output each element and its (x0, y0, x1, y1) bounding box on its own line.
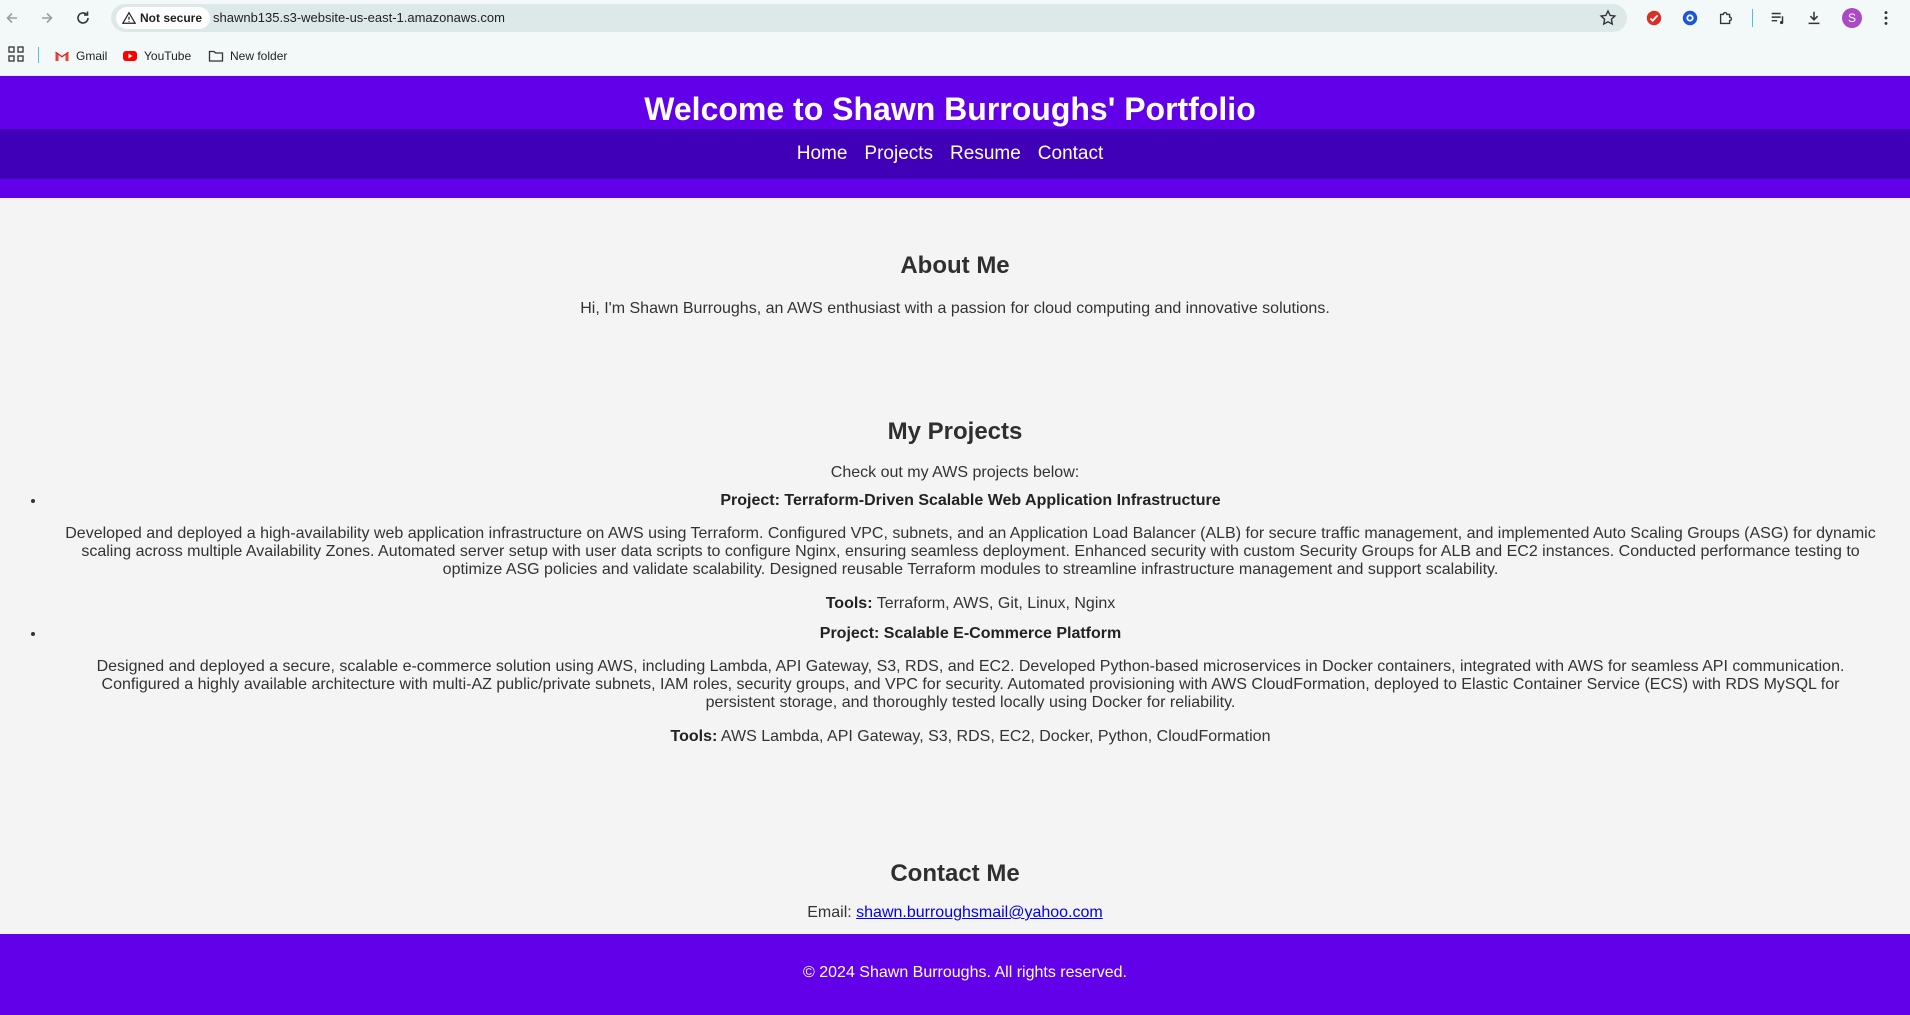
contact-section: Contact Me Email: shawn.burroughsmail@ya… (0, 860, 1910, 922)
main-nav: Home Projects Resume Contact (0, 129, 1910, 179)
reload-button[interactable] (71, 6, 95, 30)
bookmark-gmail[interactable]: Gmail (54, 46, 107, 66)
extension-red-icon[interactable] (1644, 8, 1664, 28)
nav-link-home[interactable]: Home (797, 143, 848, 165)
project-tools: Tools: AWS Lambda, API Gateway, S3, RDS,… (65, 728, 1876, 746)
puzzle-icon[interactable] (1716, 8, 1736, 28)
kebab-menu-icon[interactable] (1876, 8, 1896, 28)
about-text: Hi, I'm Shawn Burroughs, an AWS enthusia… (580, 300, 1330, 317)
toolbar-divider (1752, 9, 1753, 27)
tools-value: AWS Lambda, API Gateway, S3, RDS, EC2, D… (720, 728, 1271, 745)
projects-section: My Projects Check out my AWS projects be… (0, 418, 1910, 758)
gmail-icon (55, 51, 69, 61)
address-bar[interactable]: Not secure shawnb135.s3-website-us-east-… (111, 4, 1627, 32)
projects-heading: My Projects (887, 418, 1023, 445)
security-label: Not secure (140, 11, 203, 25)
download-icon[interactable] (1804, 8, 1824, 28)
url-text[interactable]: shawnb135.s3-website-us-east-1.amazonaws… (213, 10, 505, 25)
project-title: Project: Scalable E-Commerce Platform (819, 625, 1122, 642)
site-footer: © 2024 Shawn Burroughs. All rights reser… (0, 934, 1910, 1015)
forward-button[interactable] (35, 6, 59, 30)
bookmark-youtube[interactable]: YouTube (122, 46, 191, 66)
apps-grid-icon[interactable] (8, 46, 24, 62)
youtube-icon (123, 51, 137, 61)
project-tools: Tools: Terraform, AWS, Git, Linux, Nginx (65, 595, 1876, 613)
project-description: Designed and deployed a secure, scalable… (96, 658, 1845, 711)
project-item: Project: Scalable E-Commerce Platform De… (46, 625, 1910, 746)
warning-icon (122, 11, 136, 24)
about-section: About Me Hi, I'm Shawn Burroughs, an AWS… (0, 252, 1910, 318)
project-description: Developed and deployed a high-availabili… (65, 525, 1876, 578)
bookmarks-divider (38, 47, 39, 63)
security-indicator[interactable]: Not secure (116, 7, 211, 29)
project-title: Project: Terraform-Driven Scalable Web A… (720, 492, 1221, 509)
email-label: Email: (807, 904, 852, 921)
nav-link-contact[interactable]: Contact (1038, 143, 1103, 165)
media-controls-icon[interactable] (1768, 8, 1788, 28)
about-heading: About Me (900, 252, 1010, 279)
bookmark-star-icon[interactable] (1599, 9, 1617, 27)
page-title: Welcome to Shawn Burroughs' Portfolio (644, 91, 1256, 127)
bookmarks-bar: Gmail YouTube New folder (0, 36, 1910, 76)
project-item: Project: Terraform-Driven Scalable Web A… (46, 492, 1910, 613)
arrow-left-icon (6, 12, 17, 24)
bookmark-new-folder[interactable]: New folder (208, 46, 287, 66)
tools-value: Terraform, AWS, Git, Linux, Nginx (876, 595, 1116, 612)
folder-icon (208, 50, 224, 62)
projects-intro: Check out my AWS projects below: (830, 464, 1080, 481)
back-button[interactable] (0, 6, 24, 30)
nav-link-resume[interactable]: Resume (950, 143, 1021, 165)
extension-blue-icon[interactable] (1680, 8, 1700, 28)
browser-toolbar: Not secure shawnb135.s3-website-us-east-… (0, 0, 1910, 36)
reload-icon (77, 11, 89, 24)
contact-heading: Contact Me (890, 860, 1020, 887)
site-header: Welcome to Shawn Burroughs' Portfolio Ho… (0, 76, 1910, 198)
email-link[interactable]: shawn.burroughsmail@yahoo.com (856, 904, 1103, 921)
contact-line: Email: shawn.burroughsmail@yahoo.com (0, 904, 1910, 922)
profile-avatar[interactable]: S (1842, 8, 1862, 28)
tools-label: Tools: (825, 595, 873, 612)
tools-label: Tools: (670, 728, 718, 745)
nav-link-projects[interactable]: Projects (864, 143, 933, 165)
project-list: Project: Terraform-Driven Scalable Web A… (0, 492, 1910, 746)
arrow-right-icon (42, 12, 53, 24)
copyright-text: © 2024 Shawn Burroughs. All rights reser… (803, 964, 1127, 981)
